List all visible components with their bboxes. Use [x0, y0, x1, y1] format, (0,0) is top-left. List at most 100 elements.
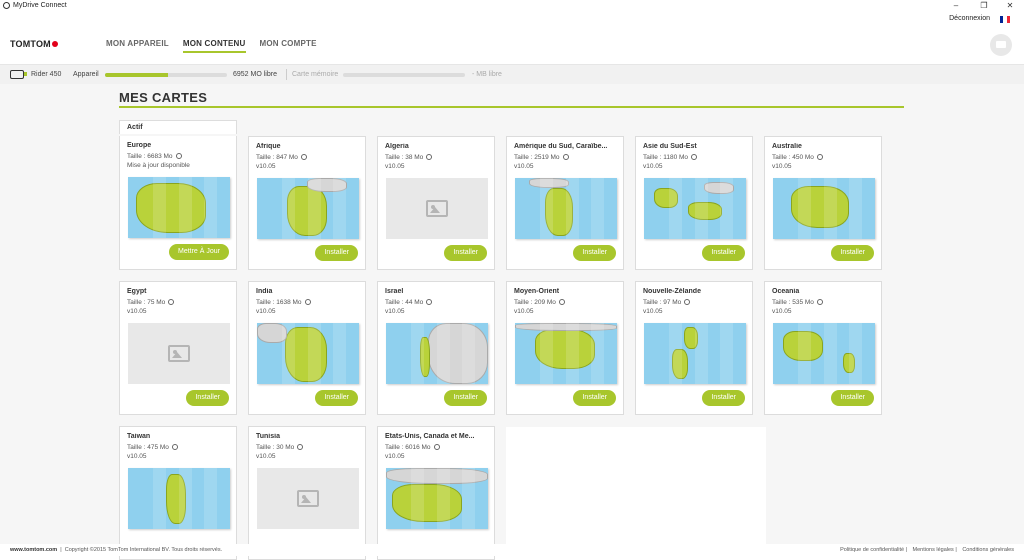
map-thumbnail: [515, 178, 617, 239]
map-name: Tunisia: [256, 433, 280, 440]
footer: www.tomtom.com | Copyright ©2015 TomTom …: [0, 544, 1024, 556]
map-name: Amérique du Sud, Caraïbe...: [514, 143, 608, 150]
clock-icon: [562, 154, 569, 160]
map-size-text: Taille : 450 Mo: [772, 154, 814, 161]
map-fold-line: [179, 177, 192, 238]
clock-icon: [175, 153, 182, 159]
map-card[interactable]: Amérique du Sud, Caraïbe... Taille : 2519…: [506, 136, 624, 270]
map-thumbnail: [644, 323, 746, 384]
install-button[interactable]: Installer: [831, 245, 874, 261]
map-size-text: Taille : 75 Mo: [127, 299, 166, 306]
footer-links: Politique de confidentialité | Mentions …: [840, 547, 1014, 553]
device-storage-bar: [105, 73, 227, 77]
map-card[interactable]: Moyen-Orient Taille : 209 Mo v10.05 Install…: [506, 281, 624, 415]
legal-link[interactable]: Mentions légales: [913, 547, 954, 553]
device-icon: [10, 70, 27, 79]
card-free-space: - MB libre: [472, 71, 502, 78]
map-card[interactable]: Israel Taille : 44 Mo v10.05 Installer: [377, 281, 495, 415]
map-size-text: Taille : 1638 Mo: [256, 299, 302, 306]
map-size: Taille : 2519 Mo: [514, 154, 569, 161]
map-version: v10.05: [385, 163, 405, 170]
nav-mon-appareil[interactable]: MON APPAREIL: [106, 39, 169, 53]
map-size: Taille : 475 Mo: [127, 444, 178, 451]
map-card[interactable]: Asie du Sud-Est Taille : 1180 Mo v10.05 Ins…: [635, 136, 753, 270]
clock-icon: [300, 154, 307, 160]
window-title: MyDrive Connect: [13, 2, 67, 9]
map-fold-line: [695, 178, 708, 239]
map-size: Taille : 847 Mo: [256, 154, 307, 161]
map-card[interactable]: Australie Taille : 450 Mo v10.05 Installer: [764, 136, 882, 270]
map-name: India: [256, 288, 273, 295]
map-size-text: Taille : 209 Mo: [514, 299, 556, 306]
footer-left: www.tomtom.com | Copyright ©2015 TomTom …: [10, 547, 223, 553]
terms-link[interactable]: Conditions générales: [962, 547, 1014, 553]
french-flag-icon[interactable]: [1000, 16, 1010, 23]
map-thumbnail: [386, 323, 488, 384]
map-card[interactable]: Nouvelle-Zélande Taille : 97 Mo v10.05 Inst…: [635, 281, 753, 415]
clock-icon: [168, 299, 175, 305]
image-placeholder-icon: [297, 490, 319, 507]
map-size: Taille : 1180 Mo: [643, 154, 698, 161]
map-fold-line: [669, 323, 682, 384]
install-button[interactable]: Installer: [702, 245, 745, 261]
map-card[interactable]: Algeria Taille : 38 Mo v10.05 Installer: [377, 136, 495, 270]
update-button[interactable]: Mettre À Jour: [168, 244, 229, 260]
install-button[interactable]: Installer: [186, 390, 229, 406]
minimize-button[interactable]: –: [946, 0, 966, 12]
map-size-text: Taille : 535 Mo: [772, 299, 814, 306]
map-version: v10.05: [643, 163, 663, 170]
map-fold-line: [540, 178, 553, 239]
map-fold-line: [695, 323, 708, 384]
clock-icon: [426, 299, 433, 305]
map-card[interactable]: États-Unis, Canada et Me... Taille : 6016…: [377, 426, 495, 560]
map-fold-line: [282, 178, 295, 239]
map-card[interactable]: Taiwan Taille : 475 Mo v10.05: [119, 426, 237, 560]
map-fold-line: [204, 468, 217, 529]
map-card[interactable]: India Taille : 1638 Mo v10.05 Installer: [248, 281, 366, 415]
install-button[interactable]: Installer: [573, 390, 616, 406]
install-button[interactable]: Installer: [573, 245, 616, 261]
map-version: v10.05: [772, 163, 792, 170]
map-size: Taille : 6683 Mo: [127, 153, 182, 160]
map-name: Moyen-Orient: [514, 288, 560, 295]
map-thumbnail: [128, 177, 230, 238]
install-button[interactable]: Installer: [444, 245, 487, 261]
device-name: Rider 450: [31, 71, 62, 78]
map-name: Australie: [772, 143, 802, 150]
map-size-text: Taille : 6016 Mo: [385, 444, 431, 451]
map-fold-line: [849, 323, 862, 384]
tab-actif[interactable]: Actif: [119, 120, 237, 134]
maximize-button[interactable]: ❐: [974, 0, 994, 12]
map-thumbnail: [128, 468, 230, 529]
map-version: v10.05: [772, 308, 792, 315]
map-version: v10.05: [256, 163, 276, 170]
privacy-link[interactable]: Politique de confidentialité: [840, 547, 904, 553]
footer-site-link[interactable]: www.tomtom.com: [10, 547, 57, 553]
map-card[interactable]: Oceania Taille : 535 Mo v10.05 Installer: [764, 281, 882, 415]
device-free-space: 6952 MO libre: [233, 71, 277, 78]
tomtom-logo[interactable]: TOMTOM: [10, 39, 58, 49]
install-button[interactable]: Installer: [444, 390, 487, 406]
close-button[interactable]: ✕: [1000, 0, 1020, 12]
map-card[interactable]: Egypt Taille : 75 Mo v10.05 Installer: [119, 281, 237, 415]
map-size-text: Taille : 97 Mo: [643, 299, 682, 306]
map-fold-line: [308, 178, 321, 239]
chat-icon[interactable]: [990, 34, 1012, 56]
map-card[interactable]: Tunisia Taille : 30 Mo v10.05: [248, 426, 366, 560]
map-card[interactable]: Afrique Taille : 847 Mo v10.05 Installer: [248, 136, 366, 270]
install-button[interactable]: Installer: [315, 245, 358, 261]
logout-link[interactable]: Déconnexion: [949, 15, 990, 22]
map-thumbnail: [515, 323, 617, 384]
nav-mon-compte[interactable]: MON COMPTE: [260, 39, 317, 53]
map-fold-line: [591, 178, 604, 239]
map-thumbnail: [257, 323, 359, 384]
map-card[interactable]: Europe Taille : 6683 Mo Mise à jour dispon…: [119, 136, 237, 270]
map-fold-line: [849, 178, 862, 239]
install-button[interactable]: Installer: [831, 390, 874, 406]
nav-mon-contenu[interactable]: MON CONTENU: [182, 39, 246, 53]
map-region-shape: [136, 183, 206, 233]
map-size: Taille : 535 Mo: [772, 299, 823, 306]
install-button[interactable]: Installer: [315, 390, 358, 406]
map-fold-line: [591, 323, 604, 384]
install-button[interactable]: Installer: [702, 390, 745, 406]
